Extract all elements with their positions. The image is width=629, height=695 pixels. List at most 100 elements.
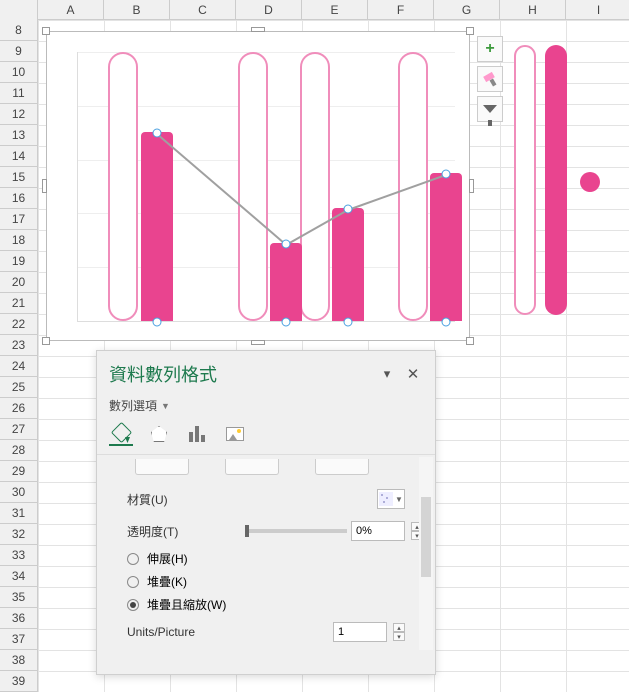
data-point-handle[interactable] <box>442 318 451 327</box>
row-13[interactable]: 13 <box>0 125 38 146</box>
row-29[interactable]: 29 <box>0 461 38 482</box>
truncated-button-3[interactable] <box>315 459 369 475</box>
row-21[interactable]: 21 <box>0 293 38 314</box>
chart-filter-button[interactable] <box>477 96 503 122</box>
chevron-down-icon: ▼ <box>161 401 170 411</box>
col-G[interactable]: G <box>434 0 500 20</box>
row-24[interactable]: 24 <box>0 356 38 377</box>
pane-scrollbar[interactable] <box>419 457 433 650</box>
row-30[interactable]: 30 <box>0 482 38 503</box>
row-11[interactable]: 11 <box>0 83 38 104</box>
resize-handle-se[interactable] <box>466 337 474 345</box>
radio-stretch[interactable]: 伸展(H) <box>127 547 423 570</box>
units-spinner[interactable]: ▴ ▾ <box>393 623 405 641</box>
tab-effects[interactable] <box>147 422 171 446</box>
column-headers: A B C D E F G H I <box>0 0 629 20</box>
bar-outline-1[interactable] <box>108 52 138 321</box>
bar-filled-4[interactable] <box>430 173 462 322</box>
row-37[interactable]: 37 <box>0 629 38 650</box>
texture-picker[interactable]: ▼ <box>377 489 405 509</box>
resize-handle-nw[interactable] <box>42 27 50 35</box>
row-35[interactable]: 35 <box>0 587 38 608</box>
resize-handle-e[interactable] <box>469 179 474 193</box>
row-36[interactable]: 36 <box>0 608 38 629</box>
data-point-handle[interactable] <box>282 239 291 248</box>
col-B[interactable]: B <box>104 0 170 20</box>
row-19[interactable]: 19 <box>0 251 38 272</box>
resize-handle-w[interactable] <box>42 179 47 193</box>
scroll-thumb[interactable] <box>421 497 431 577</box>
chart-object[interactable] <box>46 31 470 341</box>
spin-down-icon: ▾ <box>393 632 405 641</box>
bar-filled-3[interactable] <box>332 208 364 321</box>
row-39[interactable]: 39 <box>0 671 38 692</box>
row-26[interactable]: 26 <box>0 398 38 419</box>
radio-stack-scale[interactable]: 堆疊且縮放(W) <box>127 593 423 616</box>
bar-filled-1[interactable] <box>141 132 173 321</box>
row-38[interactable]: 38 <box>0 650 38 671</box>
col-F[interactable]: F <box>368 0 434 20</box>
row-23[interactable]: 23 <box>0 335 38 356</box>
chart-styles-button[interactable] <box>477 66 503 92</box>
legend-shape-filled[interactable] <box>545 45 567 315</box>
select-all-corner[interactable] <box>0 0 38 20</box>
resize-handle-ne[interactable] <box>466 27 474 35</box>
row-16[interactable]: 16 <box>0 188 38 209</box>
row-28[interactable]: 28 <box>0 440 38 461</box>
units-input[interactable]: 1 <box>333 622 387 642</box>
pane-title: 資料數列格式 <box>109 361 371 387</box>
transparency-slider[interactable] <box>245 529 347 533</box>
row-10[interactable]: 10 <box>0 62 38 83</box>
bar-outline-2[interactable] <box>238 52 268 321</box>
radio-icon <box>127 576 139 588</box>
row-9[interactable]: 9 <box>0 41 38 62</box>
truncated-button-1[interactable] <box>135 459 189 475</box>
legend-shape-outline[interactable] <box>514 45 536 315</box>
legend-shape-dot[interactable] <box>580 172 600 192</box>
bar-outline-3[interactable] <box>300 52 330 321</box>
row-33[interactable]: 33 <box>0 545 38 566</box>
row-18[interactable]: 18 <box>0 230 38 251</box>
tab-fill-line[interactable] <box>109 422 133 446</box>
data-point-handle[interactable] <box>153 129 162 138</box>
bar-filled-2[interactable] <box>270 243 302 321</box>
data-point-handle[interactable] <box>344 204 353 213</box>
row-31[interactable]: 31 <box>0 503 38 524</box>
data-point-handle[interactable] <box>344 318 353 327</box>
row-8[interactable]: 8 <box>0 20 38 41</box>
col-C[interactable]: C <box>170 0 236 20</box>
truncated-button-2[interactable] <box>225 459 279 475</box>
row-17[interactable]: 17 <box>0 209 38 230</box>
row-12[interactable]: 12 <box>0 104 38 125</box>
resize-handle-s[interactable] <box>251 340 265 345</box>
col-D[interactable]: D <box>236 0 302 20</box>
row-14[interactable]: 14 <box>0 146 38 167</box>
row-20[interactable]: 20 <box>0 272 38 293</box>
chart-add-element-button[interactable]: + <box>477 36 503 62</box>
plot-area[interactable] <box>77 52 455 322</box>
col-I[interactable]: I <box>566 0 629 20</box>
tab-series-options[interactable] <box>185 422 209 446</box>
data-point-handle[interactable] <box>442 169 451 178</box>
row-32[interactable]: 32 <box>0 524 38 545</box>
transparency-input[interactable]: 0% <box>351 521 405 541</box>
format-data-series-pane[interactable]: 資料數列格式 ▾ ✕ 數列選項 ▼ 材質(U) <box>96 350 436 675</box>
row-15[interactable]: 15 <box>0 167 38 188</box>
pane-options-button[interactable]: ▾ <box>377 364 397 384</box>
row-22[interactable]: 22 <box>0 314 38 335</box>
radio-stack[interactable]: 堆疊(K) <box>127 570 423 593</box>
row-25[interactable]: 25 <box>0 377 38 398</box>
col-E[interactable]: E <box>302 0 368 20</box>
col-H[interactable]: H <box>500 0 566 20</box>
row-34[interactable]: 34 <box>0 566 38 587</box>
tab-picture[interactable] <box>223 422 247 446</box>
data-point-handle[interactable] <box>282 318 291 327</box>
resize-handle-n[interactable] <box>251 27 265 32</box>
data-point-handle[interactable] <box>153 318 162 327</box>
pane-close-button[interactable]: ✕ <box>403 364 423 384</box>
radio-icon <box>127 599 139 611</box>
resize-handle-sw[interactable] <box>42 337 50 345</box>
series-options-dropdown[interactable]: 數列選項 ▼ <box>97 393 435 422</box>
row-27[interactable]: 27 <box>0 419 38 440</box>
col-A[interactable]: A <box>38 0 104 20</box>
